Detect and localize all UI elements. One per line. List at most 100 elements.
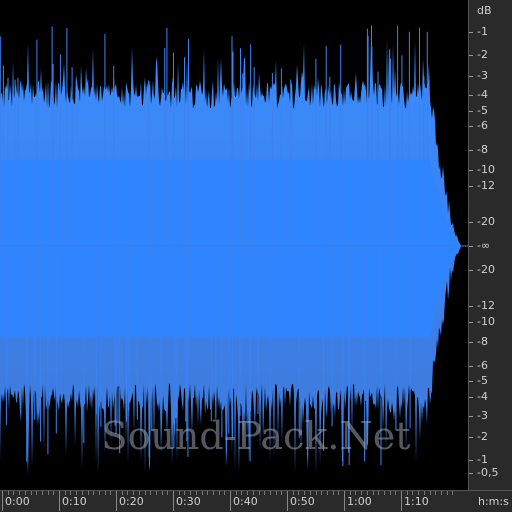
db-tick-mark bbox=[469, 415, 473, 417]
time-minor-tick bbox=[19, 491, 21, 495]
time-minor-tick bbox=[144, 491, 146, 495]
time-minor-tick bbox=[309, 491, 311, 495]
time-minor-tick bbox=[264, 491, 266, 495]
db-tick-label: -12 bbox=[477, 178, 495, 192]
time-minor-tick bbox=[161, 491, 163, 495]
db-tick-mark bbox=[469, 459, 473, 461]
time-tick-label: 0:10 bbox=[62, 495, 87, 508]
time-minor-tick bbox=[53, 491, 55, 495]
db-tick-label: -4 bbox=[477, 390, 488, 404]
time-minor-tick bbox=[298, 491, 300, 495]
time-minor-tick bbox=[47, 491, 49, 495]
time-minor-tick bbox=[30, 491, 32, 495]
time-minor-tick bbox=[98, 491, 100, 495]
time-minor-tick bbox=[269, 491, 271, 495]
db-tick-label: -3 bbox=[477, 408, 488, 422]
time-minor-tick bbox=[292, 491, 294, 495]
time-minor-tick bbox=[178, 491, 180, 495]
waveform-view[interactable] bbox=[0, 0, 468, 490]
time-minor-tick bbox=[110, 491, 112, 495]
time-minor-tick bbox=[429, 491, 431, 495]
db-tick-label: -12 bbox=[477, 299, 495, 313]
time-minor-tick bbox=[241, 491, 243, 495]
time-minor-tick bbox=[406, 491, 408, 495]
time-minor-tick bbox=[93, 491, 95, 495]
db-tick-mark bbox=[469, 380, 473, 382]
db-tick-mark bbox=[469, 222, 473, 223]
time-minor-tick bbox=[41, 491, 43, 495]
time-minor-tick bbox=[70, 491, 72, 495]
db-tick-label: -10 bbox=[477, 163, 495, 177]
time-tick-mark bbox=[401, 491, 402, 511]
db-tick-label: -∞ bbox=[477, 239, 491, 252]
db-tick-label: -0,5 bbox=[477, 465, 499, 479]
time-minor-tick bbox=[24, 491, 26, 495]
db-tick-label: -6 bbox=[477, 118, 488, 132]
time-format-label: h:m:s bbox=[478, 495, 509, 508]
time-tick-label: 1:10 bbox=[404, 495, 429, 508]
time-minor-tick bbox=[378, 491, 380, 495]
db-tick-label: -4 bbox=[477, 87, 488, 101]
db-tick-mark bbox=[469, 125, 473, 127]
db-tick-label: -20 bbox=[477, 263, 495, 276]
time-minor-tick bbox=[36, 491, 38, 495]
db-tick-mark bbox=[469, 94, 473, 96]
time-minor-tick bbox=[321, 491, 323, 495]
time-minor-tick bbox=[412, 491, 414, 495]
db-tick-label: -5 bbox=[477, 373, 488, 387]
time-tick-mark bbox=[230, 491, 231, 511]
time-tick-label: 0:50 bbox=[290, 495, 315, 508]
time-minor-tick bbox=[389, 491, 391, 495]
time-minor-tick bbox=[184, 491, 186, 495]
time-minor-tick bbox=[7, 491, 9, 495]
time-minor-tick bbox=[304, 491, 306, 495]
time-minor-tick bbox=[418, 491, 420, 495]
time-minor-tick bbox=[326, 491, 328, 495]
db-tick-label: -1 bbox=[477, 25, 488, 39]
time-minor-tick bbox=[212, 491, 214, 495]
db-tick-label: -8 bbox=[477, 334, 488, 348]
time-minor-tick bbox=[127, 491, 129, 495]
time-minor-tick bbox=[138, 491, 140, 495]
time-minor-tick bbox=[446, 491, 448, 495]
time-minor-tick bbox=[423, 491, 425, 495]
time-tick-mark bbox=[2, 491, 3, 511]
db-tick-mark bbox=[469, 270, 473, 271]
db-tick-mark bbox=[469, 366, 473, 368]
time-minor-tick bbox=[435, 491, 437, 495]
time-minor-tick bbox=[218, 491, 220, 495]
time-minor-tick bbox=[383, 491, 385, 495]
time-tick-mark bbox=[116, 491, 117, 511]
db-tick-label: -2 bbox=[477, 48, 488, 62]
db-tick-mark bbox=[469, 246, 473, 247]
db-tick-mark bbox=[469, 111, 473, 113]
time-minor-tick bbox=[201, 491, 203, 495]
db-tick-mark bbox=[469, 341, 473, 343]
time-minor-tick bbox=[349, 491, 351, 495]
time-minor-tick bbox=[395, 491, 397, 495]
time-minor-tick bbox=[452, 491, 454, 495]
time-minor-tick bbox=[190, 491, 192, 495]
db-tick-mark bbox=[469, 472, 473, 474]
time-minor-tick bbox=[252, 491, 254, 495]
time-minor-tick bbox=[275, 491, 277, 495]
time-minor-tick bbox=[355, 491, 357, 495]
time-minor-tick bbox=[332, 491, 334, 495]
time-tick-mark bbox=[344, 491, 345, 511]
db-tick-label: -8 bbox=[477, 143, 488, 157]
db-tick-label: -6 bbox=[477, 359, 488, 373]
db-tick-label: -3 bbox=[477, 69, 488, 83]
time-tick-label: 0:00 bbox=[5, 495, 30, 508]
db-tick-mark bbox=[469, 150, 473, 152]
audio-editor: Sound-Pack.Net dB -1 -2 -3 -4 -5 -6 -8 -10 -12 -2… bbox=[0, 0, 512, 512]
db-tick-label: -20 bbox=[477, 215, 495, 228]
time-tick-label: 0:30 bbox=[176, 495, 201, 508]
time-minor-tick bbox=[281, 491, 283, 495]
time-minor-tick bbox=[121, 491, 123, 495]
db-tick-label: -1 bbox=[477, 452, 488, 466]
time-minor-tick bbox=[315, 491, 317, 495]
time-tick-mark bbox=[173, 491, 174, 511]
time-tick-mark bbox=[287, 491, 288, 511]
db-tick-mark bbox=[469, 397, 473, 399]
time-minor-tick bbox=[224, 491, 226, 495]
